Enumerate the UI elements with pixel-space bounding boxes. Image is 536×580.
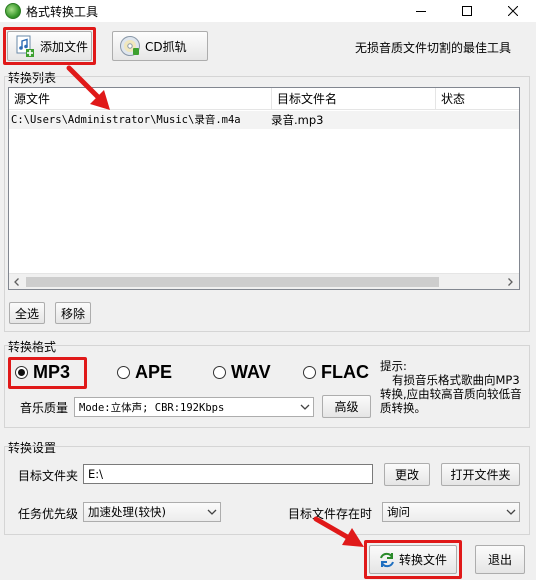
annotation-arrows: [66, 65, 364, 547]
arrow-to-convert-annotation: [313, 516, 364, 547]
arrow-to-list-annotation: [66, 65, 110, 110]
